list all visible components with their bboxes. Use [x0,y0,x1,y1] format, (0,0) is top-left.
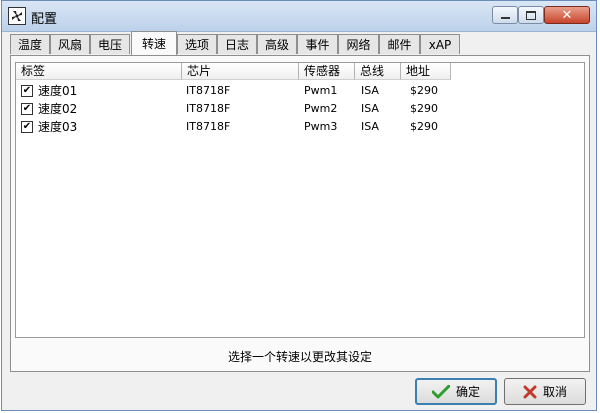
tab-voltage[interactable]: 电压 [90,34,130,54]
column-header-bus[interactable]: 总线 [355,63,401,80]
cancel-button[interactable]: 取消 [504,378,586,405]
checkmark-icon: ✔ [22,121,32,132]
column-header-label[interactable]: 标签 [16,63,182,80]
speed-list[interactable]: 标签 芯片 传感器 总线 地址 ✔ 速度01 IT8718F Pwm1 ISA … [15,62,585,338]
close-icon: ✕ [561,7,573,23]
title-bar[interactable]: 配置 ✕ [2,1,596,32]
row-checkbox[interactable]: ✔ [21,121,33,133]
tab-temperature[interactable]: 温度 [10,34,50,54]
checkmark-icon [431,384,450,398]
cancel-button-label: 取消 [542,385,567,399]
tab-advanced[interactable]: 高级 [257,34,297,54]
hint-text: 选择一个转速以更改其设定 [227,350,372,364]
maximize-icon [526,10,536,20]
tab-xap[interactable]: xAP [420,34,460,54]
column-header-sensor[interactable]: 传感器 [299,63,355,80]
config-window: 配置 ✕ 温度 风扇 电压 转速 选项 日志 高级 事件 网络 邮件 xAP 标… [1,0,597,411]
fan-icon [8,7,26,25]
ok-button-label: 确定 [455,385,480,399]
minimize-icon [500,17,510,19]
tab-events[interactable]: 事件 [297,34,338,54]
maximize-button[interactable] [518,6,544,24]
table-row[interactable]: ✔ 速度03 IT8718F Pwm3 ISA $290 [16,118,584,136]
tab-panel: 标签 芯片 传感器 总线 地址 ✔ 速度01 IT8718F Pwm1 ISA … [10,55,590,372]
tab-network[interactable]: 网络 [338,34,379,54]
row-checkbox[interactable]: ✔ [21,85,33,97]
tab-options[interactable]: 选项 [177,34,217,54]
row-checkbox[interactable]: ✔ [21,103,33,115]
tab-speed[interactable]: 转速 [131,31,177,55]
minimize-button[interactable] [492,6,518,24]
close-button[interactable]: ✕ [544,6,590,24]
tab-log[interactable]: 日志 [217,34,257,54]
tab-mail[interactable]: 邮件 [379,34,420,54]
table-row[interactable]: ✔ 速度02 IT8718F Pwm2 ISA $290 [16,100,584,118]
list-header: 标签 芯片 传感器 总线 地址 [16,63,584,80]
checkmark-icon: ✔ [22,103,32,114]
ok-button[interactable]: 确定 [415,378,497,405]
checkmark-icon: ✔ [22,85,32,96]
x-icon [523,385,537,398]
column-header-chip[interactable]: 芯片 [182,63,299,80]
tab-fan[interactable]: 风扇 [50,34,90,54]
column-header-address[interactable]: 地址 [401,63,451,80]
window-title: 配置 [31,12,58,27]
table-row[interactable]: ✔ 速度01 IT8718F Pwm1 ISA $290 [16,82,584,100]
